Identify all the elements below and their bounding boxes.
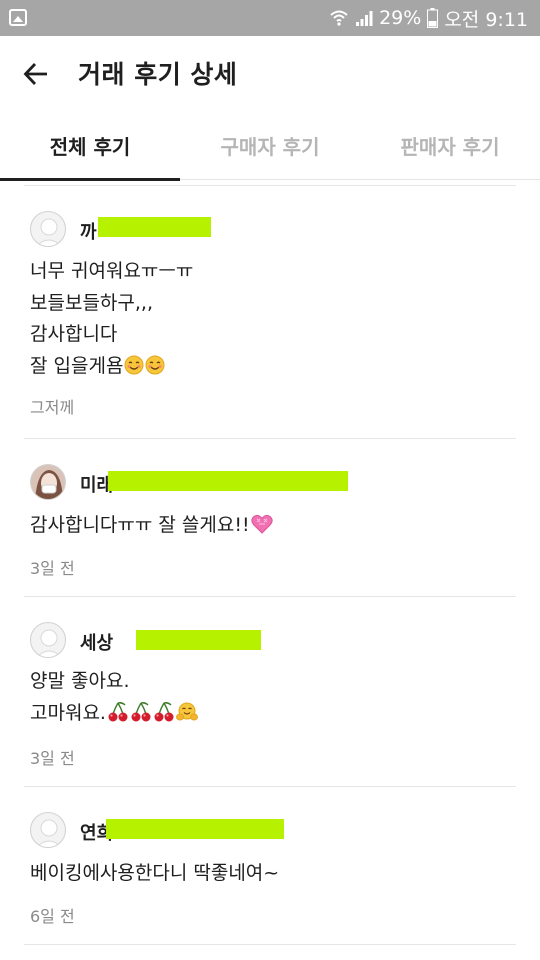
review-item[interactable]: 까 너무 귀여워요ㅠㅡㅠ 보들보들하구,,, 감사합니다 잘 입을게욤 그저께 (24, 186, 516, 439)
redaction-highlight (106, 819, 284, 839)
review-time: 6일 전 (30, 907, 75, 926)
pink-heart-emoji (250, 513, 273, 545)
avatar (30, 211, 66, 247)
review-text: 너무 귀여워요ㅠㅡㅠ 보들보들하구,,, 감사합니다 잘 입을게욤 (30, 256, 193, 385)
review-line: 양말 좋아요. (30, 670, 130, 692)
avatar (30, 812, 66, 848)
cherries-emoji (153, 701, 175, 733)
review-line: 고마워요. (30, 701, 106, 724)
review-line: 너무 귀여워요ㅠㅡㅠ (30, 260, 194, 282)
gallery-icon (9, 9, 27, 26)
app-header: 거래 후기 상세 (0, 36, 540, 110)
battery-icon (427, 8, 439, 28)
tab-seller-reviews[interactable]: 판매자 후기 (360, 110, 540, 180)
page-title: 거래 후기 상세 (78, 60, 238, 89)
review-line: 베이킹에사용한다니 딱좋네여~ (30, 862, 280, 884)
battery-percent: 29% (379, 7, 422, 29)
redaction-highlight (98, 217, 211, 237)
smiling-face-emoji (124, 354, 144, 386)
hugging-face-emoji (175, 701, 198, 733)
review-time: 3일 전 (30, 559, 75, 578)
clock: 오전 9:11 (444, 8, 528, 31)
tab-buyer-reviews[interactable]: 구매자 후기 (180, 110, 360, 180)
review-time: 3일 전 (30, 749, 75, 768)
review-time: 그저께 (30, 398, 75, 417)
avatar (30, 464, 66, 500)
review-line: 잘 입을게욤 (30, 354, 124, 377)
tab-all-reviews[interactable]: 전체 후기 (0, 110, 180, 181)
review-tabs: 전체 후기 구매자 후기 판매자 후기 (0, 110, 540, 181)
cherries-emoji (107, 701, 129, 733)
review-text: 베이킹에사용한다니 딱좋네여~ (30, 858, 279, 890)
review-list: 까 너무 귀여워요ㅠㅡㅠ 보들보들하구,,, 감사합니다 잘 입을게욤 그저께 … (24, 185, 516, 945)
review-line: 감사합니다ㅠㅠ 잘 쓸게요!! (30, 514, 250, 536)
wifi-icon (329, 9, 349, 27)
review-line: 감사합니다 (30, 323, 118, 345)
redaction-highlight (108, 471, 348, 491)
review-line: 보들보들하구,,, (30, 291, 153, 314)
signal-icon (355, 9, 373, 27)
reviewer-name[interactable]: 까 (80, 218, 97, 244)
cherries-emoji (130, 701, 152, 733)
review-item[interactable]: 미래 감사합니다ㅠㅠ 잘 쓸게요!! 3일 전 (24, 439, 516, 597)
review-item[interactable]: 연희 베이킹에사용한다니 딱좋네여~ 6일 전 (24, 787, 516, 945)
status-bar: 29% 오전 9:11 (0, 0, 540, 36)
review-text: 감사합니다ㅠㅠ 잘 쓸게요!! (30, 510, 273, 545)
avatar (30, 622, 66, 658)
smiling-face-emoji (145, 354, 165, 386)
review-text: 양말 좋아요. 고마워요. (30, 666, 198, 732)
redaction-highlight (136, 630, 261, 650)
arrow-left-icon[interactable] (22, 60, 50, 88)
review-item[interactable]: 세상 양말 좋아요. 고마워요. 3일 전 (24, 597, 516, 787)
reviewer-name[interactable]: 세상 (80, 629, 113, 655)
